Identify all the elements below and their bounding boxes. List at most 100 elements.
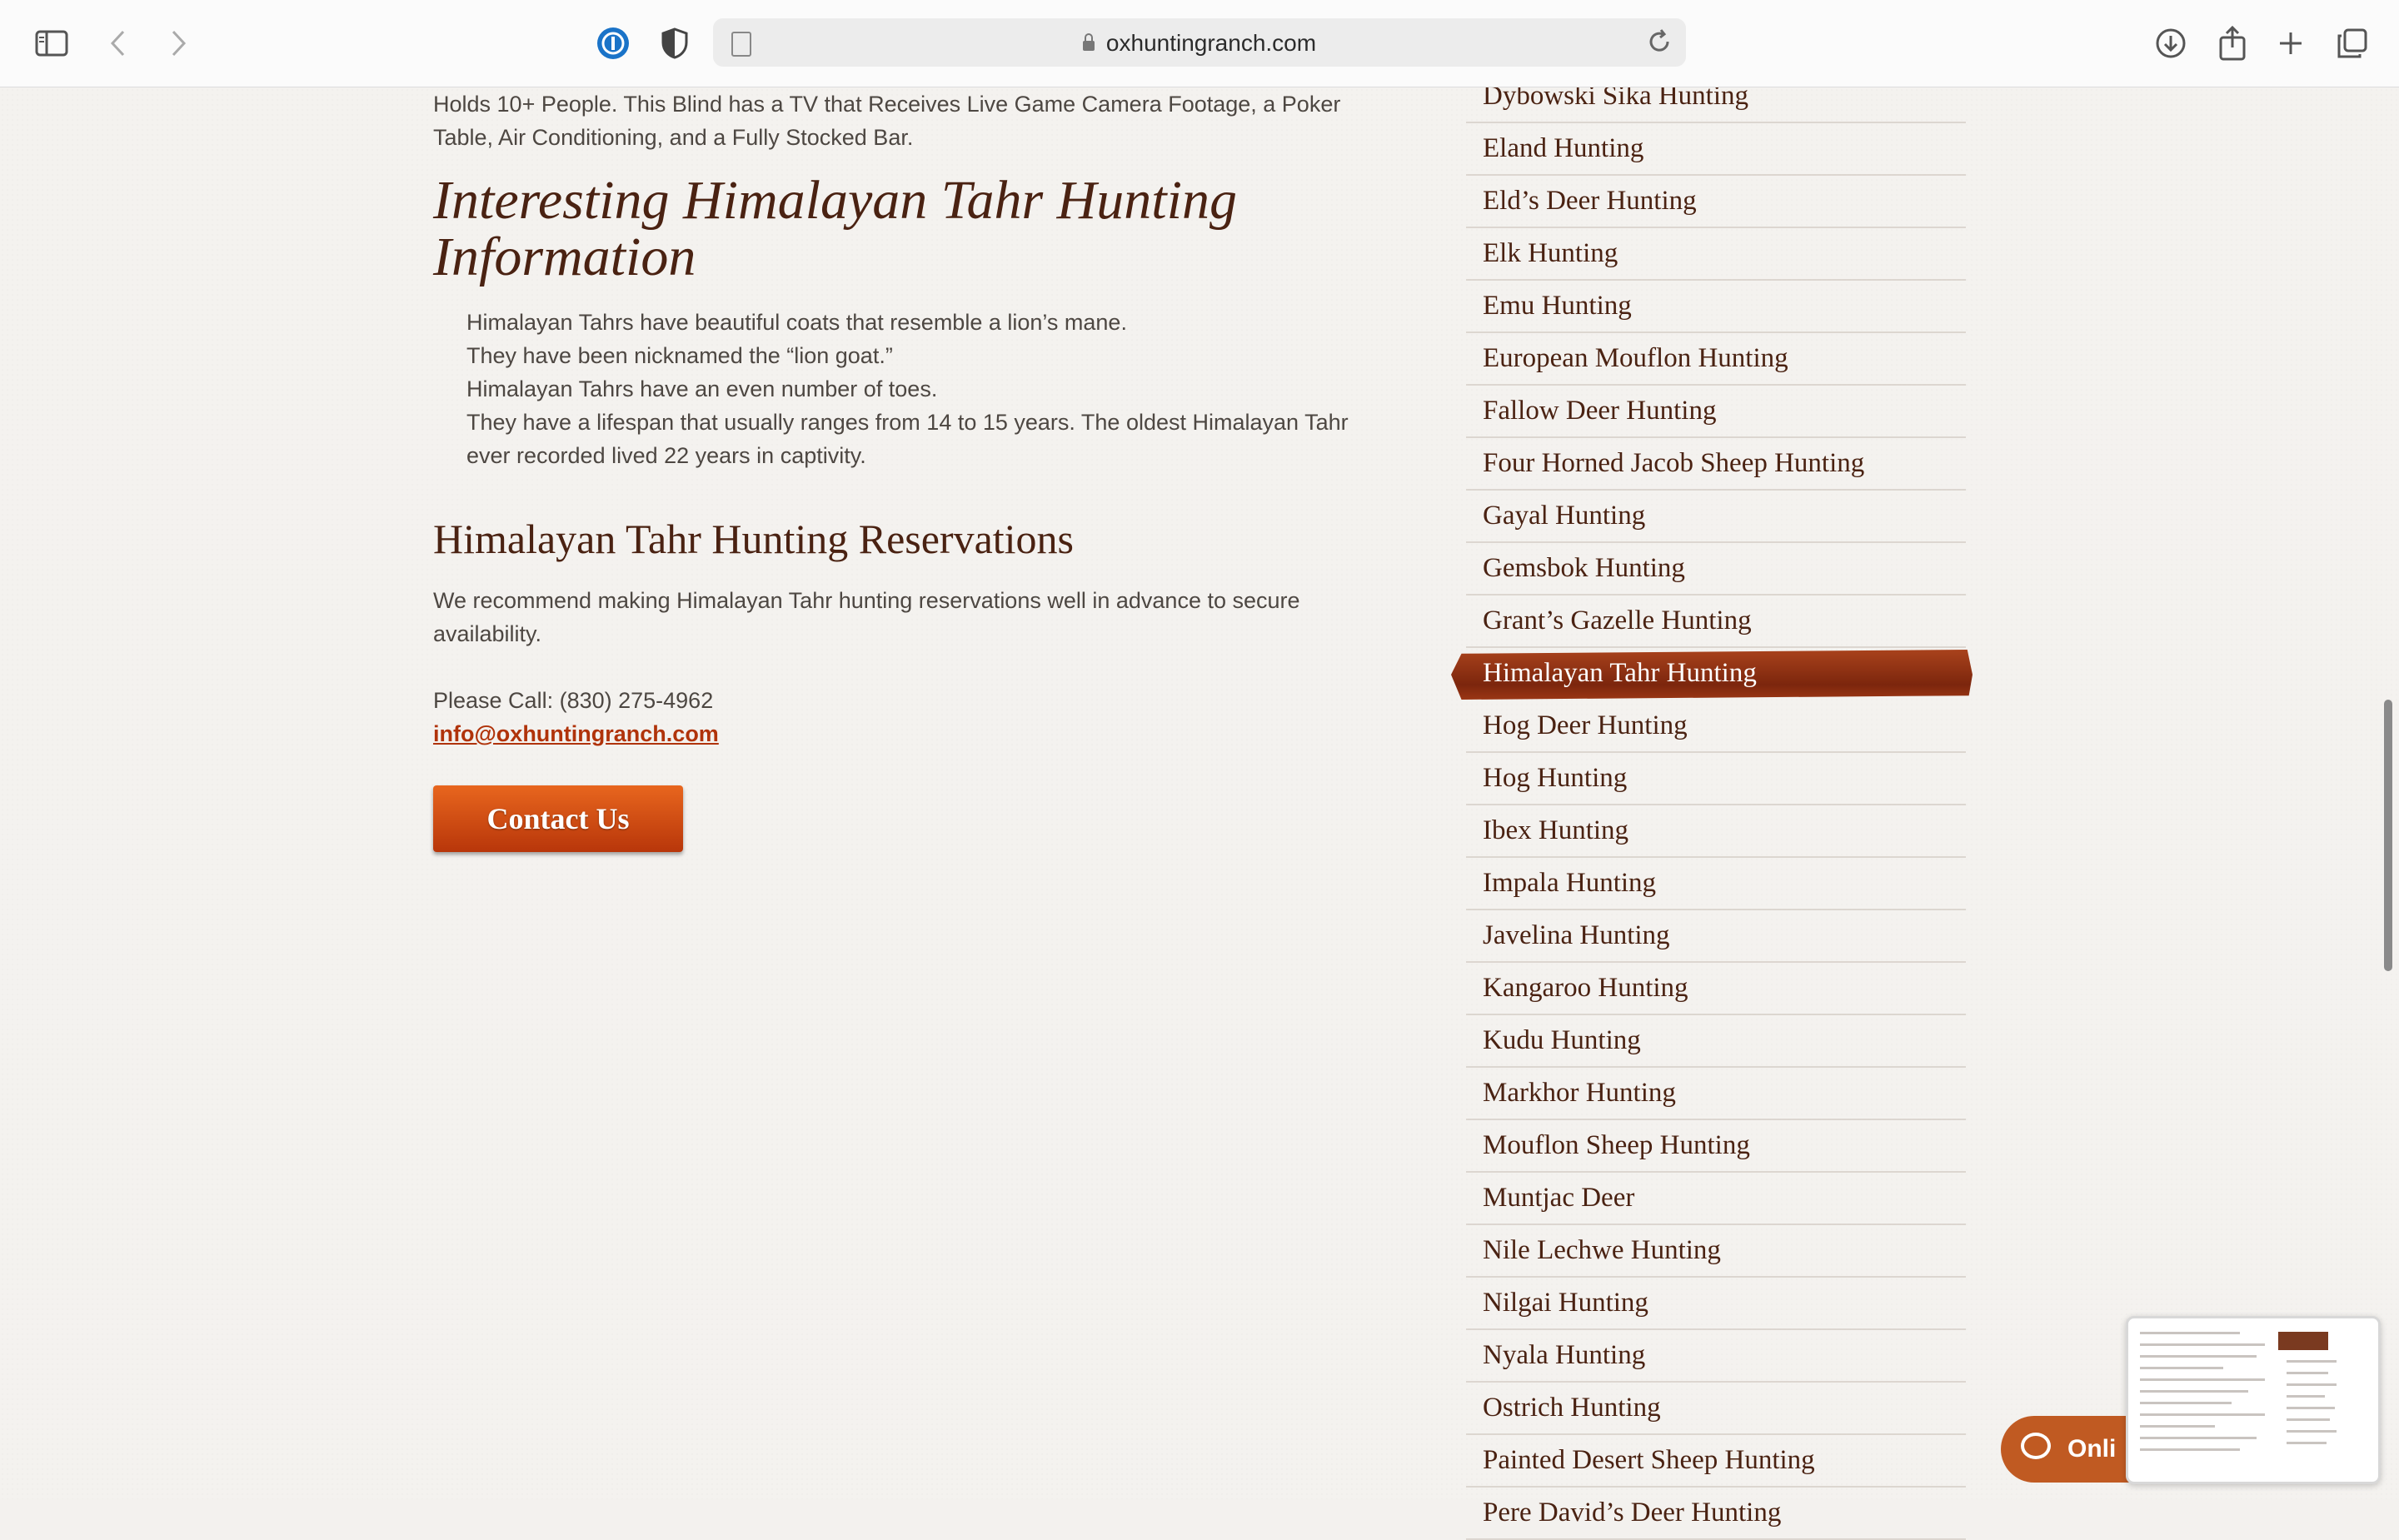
menu-item-label: Nilgai Hunting bbox=[1483, 1288, 1648, 1318]
menu-item-label: Himalayan Tahr Hunting bbox=[1483, 658, 1757, 688]
facts-list: Himalayan Tahrs have beautiful coats tha… bbox=[433, 306, 1391, 472]
thumbnail-banner-image bbox=[2278, 1332, 2328, 1350]
menu-item-label: Hog Hunting bbox=[1483, 763, 1628, 793]
new-tab-icon[interactable] bbox=[2271, 23, 2311, 63]
menu-item-gayal[interactable]: Gayal Hunting bbox=[1466, 491, 1966, 543]
menu-item-muntjac-deer[interactable]: Muntjac Deer bbox=[1466, 1173, 1966, 1225]
menu-item-hog-deer[interactable]: Hog Deer Hunting bbox=[1466, 700, 1966, 753]
menu-item-javelina[interactable]: Javelina Hunting bbox=[1466, 910, 1966, 963]
thumbnail-line bbox=[2140, 1367, 2223, 1369]
menu-item-label: Impala Hunting bbox=[1483, 868, 1657, 898]
menu-item-elk[interactable]: Elk Hunting bbox=[1466, 228, 1966, 281]
thumbnail-line bbox=[2140, 1378, 2265, 1381]
menu-item-label: Gayal Hunting bbox=[1483, 501, 1646, 531]
menu-item-label: Ostrich Hunting bbox=[1483, 1393, 1661, 1423]
page-thumbnail-preview[interactable] bbox=[2126, 1316, 2381, 1484]
menu-item-label: Fallow Deer Hunting bbox=[1483, 396, 1717, 426]
menu-item-label: Kudu Hunting bbox=[1483, 1025, 1641, 1055]
share-icon[interactable] bbox=[2212, 23, 2252, 63]
contact-us-button[interactable]: Contact Us bbox=[433, 785, 683, 852]
menu-item-label: Hog Deer Hunting bbox=[1483, 710, 1688, 740]
back-icon[interactable] bbox=[98, 23, 138, 63]
species-menu: Dybowski Sika Hunting Eland Hunting Eld’… bbox=[1466, 71, 1966, 1540]
menu-item-label: European Mouflon Hunting bbox=[1483, 343, 1788, 373]
password-manager-icon[interactable] bbox=[593, 23, 633, 63]
chat-bubble-icon bbox=[2021, 1433, 2051, 1459]
thumbnail-line bbox=[2140, 1437, 2257, 1439]
menu-item-label: Gemsbok Hunting bbox=[1483, 553, 1685, 583]
intro-line-2: Table, Air Conditioning, and a Fully Sto… bbox=[433, 125, 914, 150]
email-link[interactable]: info@oxhuntingranch.com bbox=[433, 717, 1391, 750]
thumbnail-line bbox=[2140, 1425, 2215, 1428]
menu-item-european-mouflon[interactable]: European Mouflon Hunting bbox=[1466, 333, 1966, 386]
menu-item-nilgai[interactable]: Nilgai Hunting bbox=[1466, 1278, 1966, 1330]
thumbnail-line bbox=[2140, 1413, 2265, 1416]
menu-item-label: Emu Hunting bbox=[1483, 291, 1632, 321]
thumbnail-line bbox=[2287, 1383, 2337, 1386]
menu-item-mouflon-sheep[interactable]: Mouflon Sheep Hunting bbox=[1466, 1120, 1966, 1173]
thumbnail-line bbox=[2140, 1343, 2265, 1346]
menu-item-eland[interactable]: Eland Hunting bbox=[1466, 123, 1966, 176]
menu-item-label: Eland Hunting bbox=[1483, 133, 1644, 163]
chat-label: Onli bbox=[2067, 1435, 2117, 1463]
menu-item-grants-gazelle[interactable]: Grant’s Gazelle Hunting bbox=[1466, 596, 1966, 648]
info-heading: Interesting Himalayan Tahr Hunting Infor… bbox=[433, 172, 1391, 286]
menu-item-markhor[interactable]: Markhor Hunting bbox=[1466, 1068, 1966, 1120]
menu-item-impala[interactable]: Impala Hunting bbox=[1466, 858, 1966, 910]
menu-item-ibex[interactable]: Ibex Hunting bbox=[1466, 805, 1966, 858]
menu-item-himalayan-tahr-active[interactable]: Himalayan Tahr Hunting bbox=[1466, 648, 1966, 700]
fact-item: Himalayan Tahrs have beautiful coats tha… bbox=[466, 310, 1127, 335]
main-content: Holds 10+ People. This Blind has a TV th… bbox=[433, 87, 1391, 852]
thumbnail-line bbox=[2140, 1390, 2248, 1393]
menu-item-ostrich[interactable]: Ostrich Hunting bbox=[1466, 1383, 1966, 1435]
menu-item-kangaroo[interactable]: Kangaroo Hunting bbox=[1466, 963, 1966, 1015]
menu-item-fallow-deer[interactable]: Fallow Deer Hunting bbox=[1466, 386, 1966, 438]
menu-item-elds-deer[interactable]: Eld’s Deer Hunting bbox=[1466, 176, 1966, 228]
tab-overview-icon[interactable] bbox=[2332, 23, 2372, 63]
menu-item-painted-desert-sheep[interactable]: Painted Desert Sheep Hunting bbox=[1466, 1435, 1966, 1488]
address-bar[interactable]: oxhuntingranch.com bbox=[713, 18, 1686, 67]
menu-item-nile-lechwe[interactable]: Nile Lechwe Hunting bbox=[1466, 1225, 1966, 1278]
thumbnail-line bbox=[2287, 1360, 2337, 1363]
menu-item-gemsbok[interactable]: Gemsbok Hunting bbox=[1466, 543, 1966, 596]
sidebar-toggle-icon[interactable] bbox=[32, 23, 72, 63]
downloads-icon[interactable] bbox=[2151, 23, 2191, 63]
menu-item-label: Grant’s Gazelle Hunting bbox=[1483, 606, 1752, 635]
fact-item: ever recorded lived 22 years in captivit… bbox=[466, 443, 866, 468]
intro-line-1: Holds 10+ People. This Blind has a TV th… bbox=[433, 92, 1341, 117]
thumbnail-line bbox=[2140, 1355, 2257, 1358]
menu-item-four-horned-jacob-sheep[interactable]: Four Horned Jacob Sheep Hunting bbox=[1466, 438, 1966, 491]
menu-item-pere-davids-deer[interactable]: Pere David’s Deer Hunting bbox=[1466, 1488, 1966, 1540]
fact-item: Himalayan Tahrs have an even number of t… bbox=[466, 376, 938, 401]
forward-icon[interactable] bbox=[158, 23, 198, 63]
reload-icon[interactable] bbox=[1646, 28, 1673, 55]
privacy-shield-icon[interactable] bbox=[655, 23, 695, 63]
menu-item-label: Nile Lechwe Hunting bbox=[1483, 1235, 1721, 1265]
thumbnail-line bbox=[2287, 1442, 2327, 1444]
menu-item-label: Four Horned Jacob Sheep Hunting bbox=[1483, 448, 1865, 478]
menu-item-label: Nyala Hunting bbox=[1483, 1340, 1646, 1370]
menu-item-kudu[interactable]: Kudu Hunting bbox=[1466, 1015, 1966, 1068]
menu-item-label: Kangaroo Hunting bbox=[1483, 973, 1688, 1003]
reservations-heading: Himalayan Tahr Hunting Reservations bbox=[433, 516, 1075, 562]
menu-item-label: Javelina Hunting bbox=[1483, 920, 1670, 950]
menu-item-label: Eld’s Deer Hunting bbox=[1483, 186, 1697, 216]
menu-item-label: Ibex Hunting bbox=[1483, 815, 1629, 845]
thumbnail-line bbox=[2287, 1407, 2335, 1409]
menu-item-nyala[interactable]: Nyala Hunting bbox=[1466, 1330, 1966, 1383]
thumbnail-line bbox=[2287, 1418, 2330, 1421]
menu-item-emu[interactable]: Emu Hunting bbox=[1466, 281, 1966, 333]
menu-item-hog[interactable]: Hog Hunting bbox=[1466, 753, 1966, 805]
phone-text: Please Call: (830) 275-4962 bbox=[433, 688, 714, 713]
url-text: oxhuntingranch.com bbox=[1105, 30, 1317, 56]
menu-item-label: Painted Desert Sheep Hunting bbox=[1483, 1445, 1815, 1475]
thumbnail-line bbox=[2287, 1372, 2328, 1374]
thumbnail-line bbox=[2287, 1430, 2337, 1433]
menu-item-label: Pere David’s Deer Hunting bbox=[1483, 1498, 1782, 1528]
info-heading-line-1: Interesting Himalayan Tahr Hunting bbox=[433, 170, 1237, 231]
thumbnail-line bbox=[2140, 1332, 2240, 1334]
menu-item-label: Muntjac Deer bbox=[1483, 1183, 1635, 1213]
reservations-line-2: availability. bbox=[433, 621, 542, 646]
menu-item-label: Markhor Hunting bbox=[1483, 1078, 1676, 1108]
page-scrollbar[interactable] bbox=[2384, 700, 2392, 971]
